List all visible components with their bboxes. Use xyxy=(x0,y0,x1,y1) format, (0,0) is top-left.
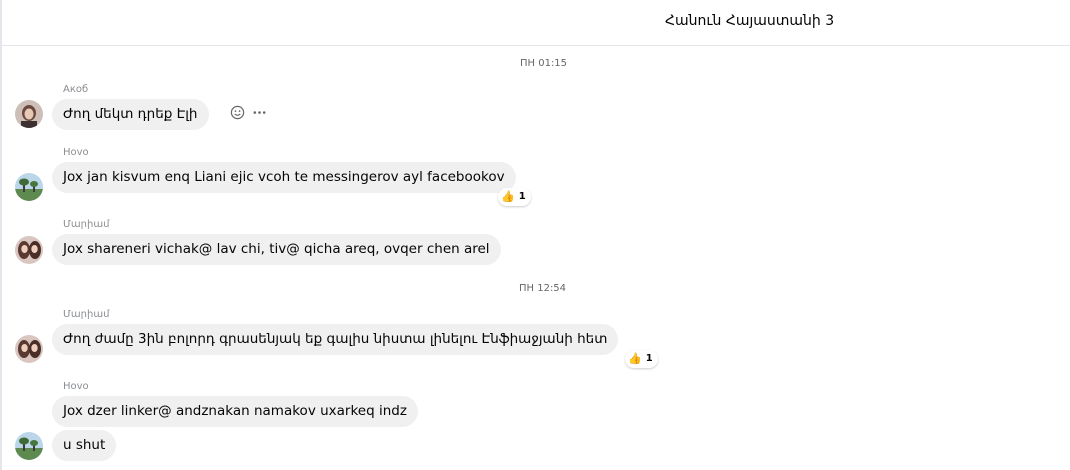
message-bubble[interactable]: u shut xyxy=(52,430,117,461)
sender-name: Hovo xyxy=(63,147,89,158)
chat-header: Հանուն Հայաստանի 3 xyxy=(2,0,1070,46)
avatar-hovo[interactable] xyxy=(15,432,43,460)
message-bubble[interactable]: Jox jan kisvum enq Liani ejic vcoh te me… xyxy=(52,162,516,193)
smiley-icon[interactable] xyxy=(229,104,245,120)
avatar-hovo[interactable] xyxy=(15,173,43,201)
thumbs-up-icon: 👍 xyxy=(628,352,642,365)
reaction-badge[interactable]: 👍 1 xyxy=(625,350,658,368)
reaction-count: 1 xyxy=(518,191,526,202)
conversation-title[interactable]: Հանուն Հայաստանի 3 xyxy=(665,13,834,29)
message-bubble[interactable]: Jox shareneri vichak@ lav chi, tiv@ qich… xyxy=(52,234,501,265)
timestamp: ПН 12:54 xyxy=(519,283,567,294)
message-bubble[interactable]: Ժող մեկտ դրեք Էլի xyxy=(52,99,209,130)
reaction-count: 1 xyxy=(645,353,653,364)
thumbs-up-icon: 👍 xyxy=(501,190,515,203)
more-dots-icon[interactable] xyxy=(251,104,267,120)
reaction-badge[interactable]: 👍 1 xyxy=(498,188,531,206)
message-actions xyxy=(229,104,267,120)
sender-name: Մարիամ xyxy=(63,309,110,320)
left-divider xyxy=(0,0,2,470)
message-bubble[interactable]: Jox dzer linker@ andznakan namakov uxark… xyxy=(52,396,418,427)
sender-name: Hovo xyxy=(63,381,89,392)
avatar-akob[interactable] xyxy=(15,100,43,128)
sender-name: Մարիամ xyxy=(63,219,110,230)
timestamp: ПН 01:15 xyxy=(520,58,568,69)
sender-name: Акоб xyxy=(63,84,89,95)
avatar-mariam[interactable] xyxy=(15,335,43,363)
avatar-mariam[interactable] xyxy=(15,236,43,264)
message-bubble[interactable]: Ժող ժամը 3ին բոլորդ գրասենյակ եք գալիս ն… xyxy=(52,324,619,355)
